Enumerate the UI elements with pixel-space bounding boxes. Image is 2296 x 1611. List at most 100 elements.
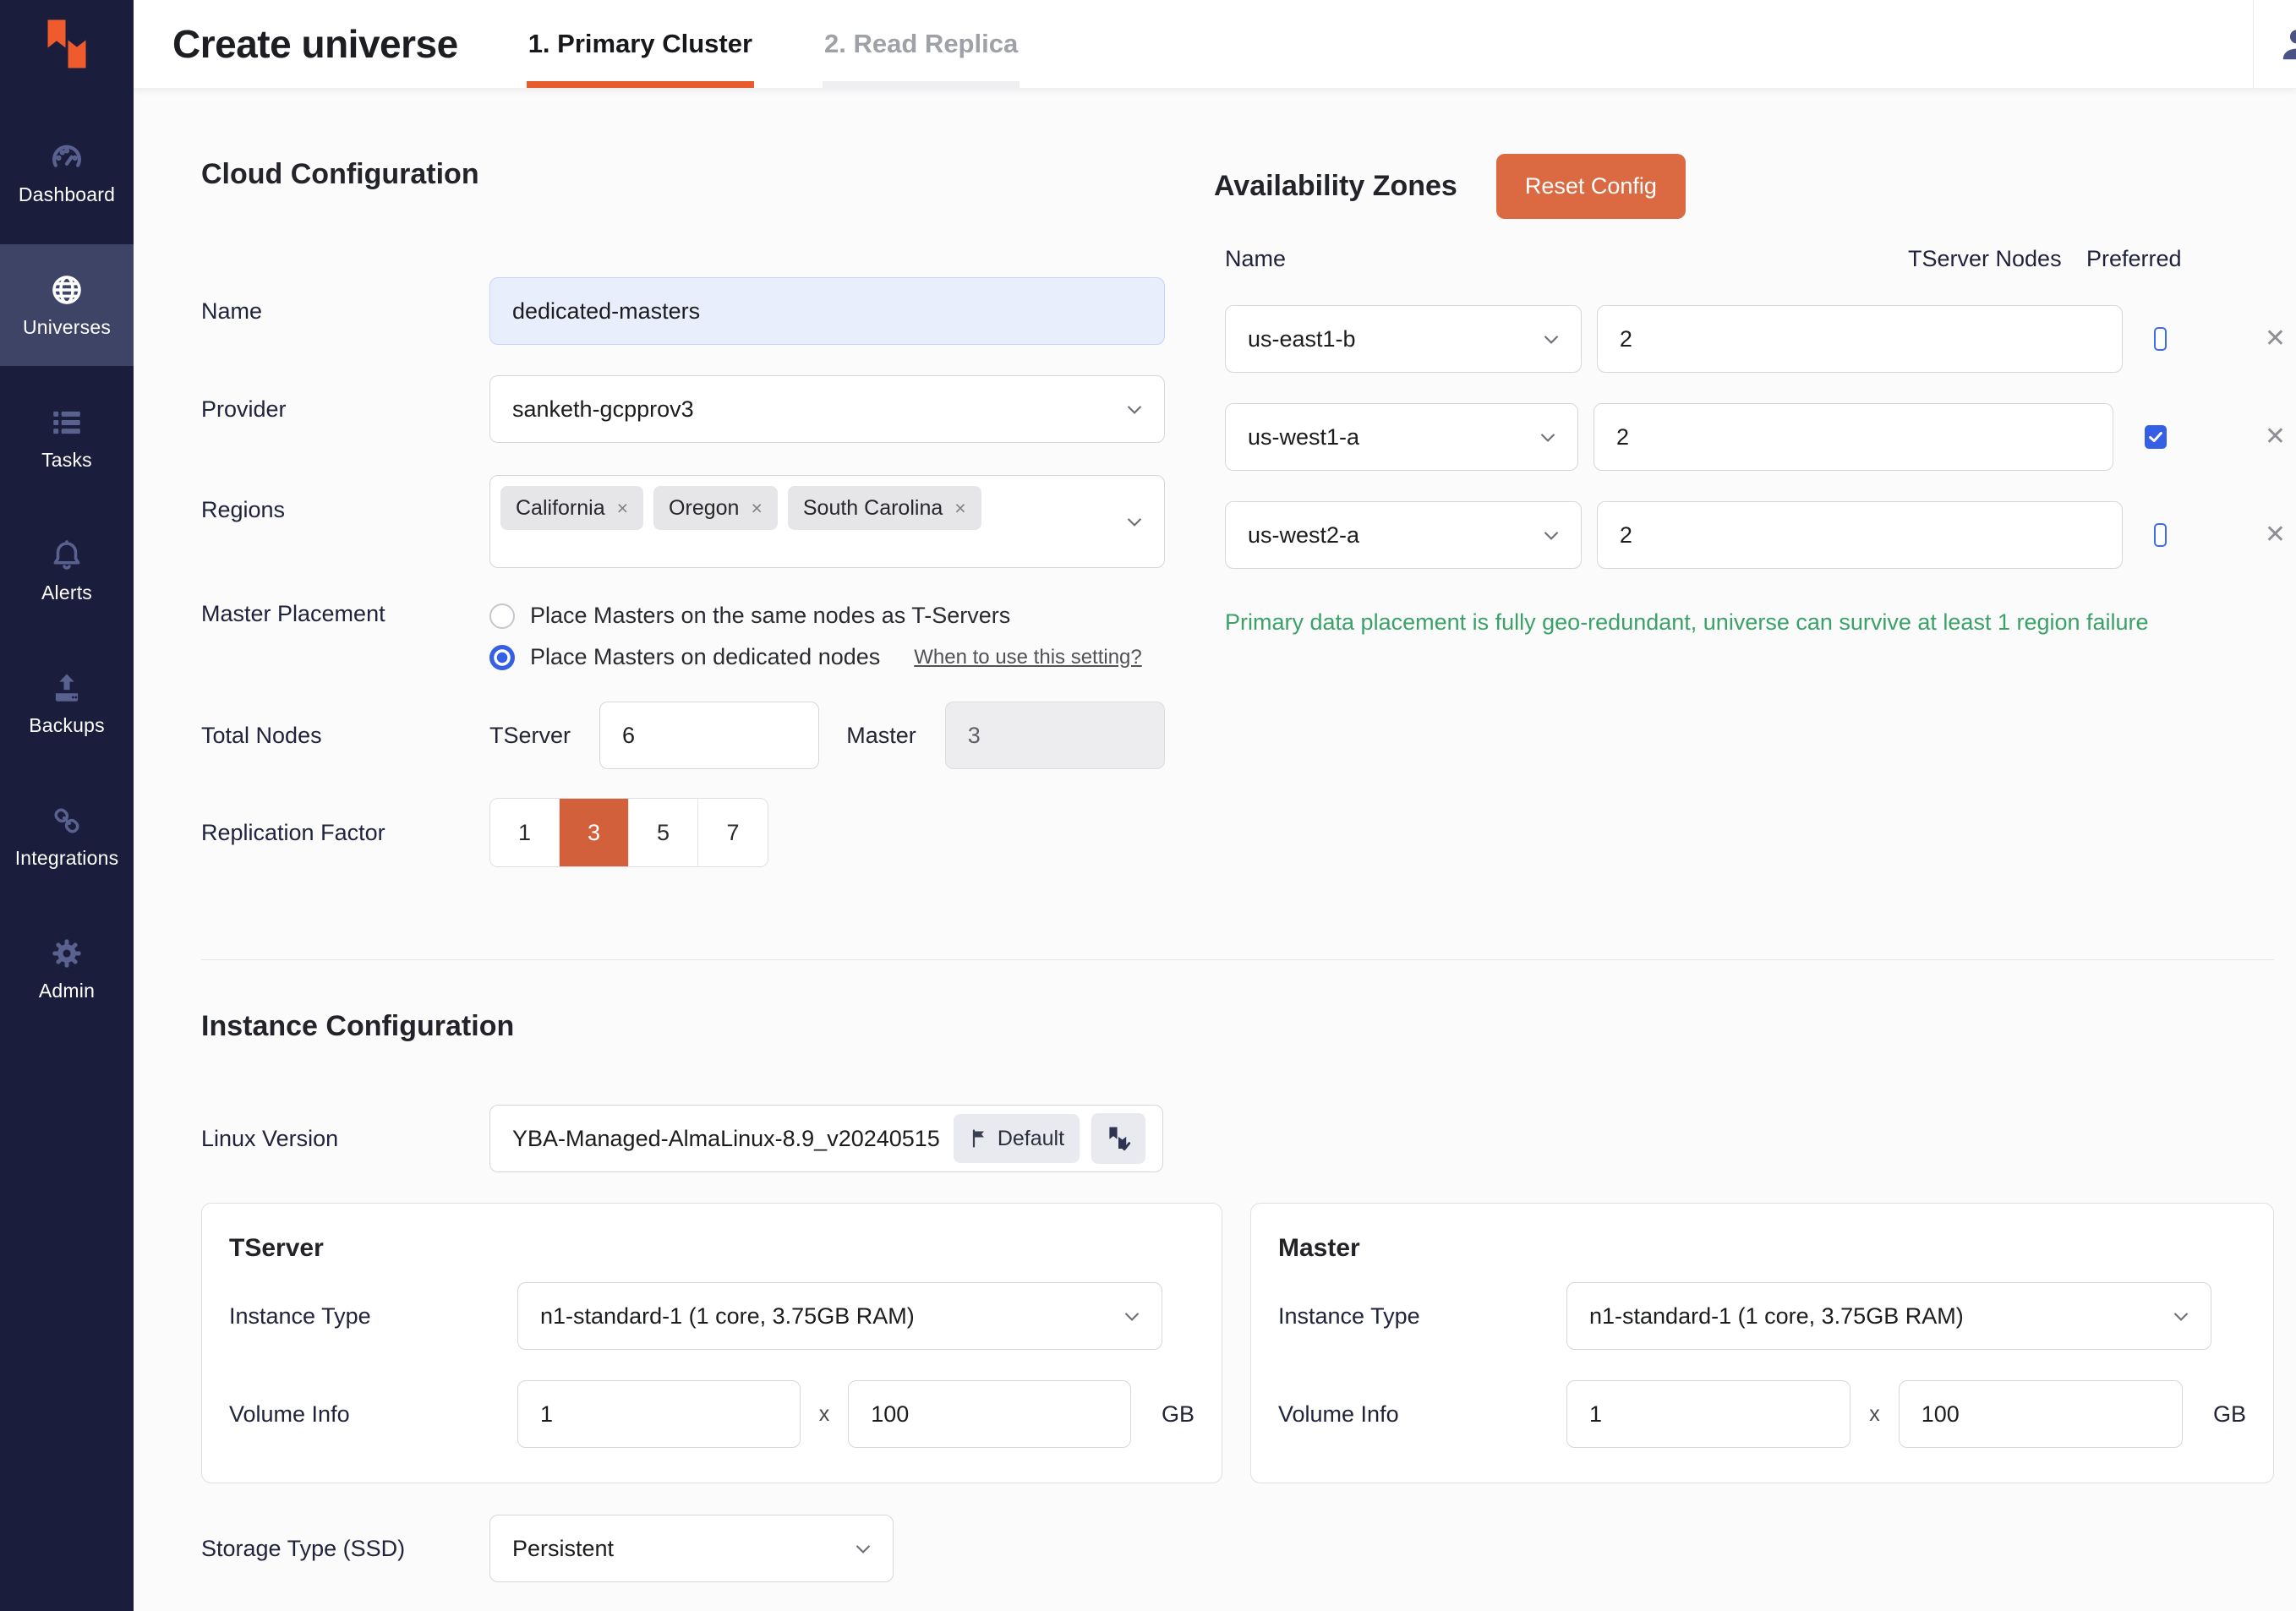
radio-unselected-icon[interactable] [489, 603, 515, 629]
chevron-down-icon [1539, 326, 1564, 352]
replication-factor-label: Replication Factor [201, 820, 489, 846]
chevron-down-icon [2168, 1303, 2194, 1329]
az-zone-select[interactable]: us-east1-b [1225, 305, 1582, 373]
bell-icon [49, 538, 85, 573]
master-instance-type-select[interactable]: n1-standard-1 (1 core, 3.75GB RAM) [1566, 1282, 2211, 1350]
rf-option-1[interactable]: 1 [490, 799, 560, 866]
upload-icon [49, 670, 85, 706]
volume-info-label: Volume Info [1278, 1401, 1566, 1428]
page-title: Create universe [172, 21, 458, 67]
az-column-headers: Name TServer Nodes Preferred [1214, 246, 2286, 275]
tserver-nodes-input[interactable] [599, 702, 819, 769]
page-header: Create universe 1. Primary Cluster 2. Re… [134, 0, 2296, 89]
rf-option-5[interactable]: 5 [629, 799, 698, 866]
cloud-configuration-section: Cloud Configuration Name Provider sanket… [201, 158, 1165, 867]
instance-configuration-heading: Instance Configuration [201, 1010, 2274, 1043]
name-row: Name [201, 277, 1165, 345]
remove-region-icon[interactable]: × [751, 499, 762, 518]
when-to-use-link[interactable]: When to use this setting? [914, 646, 1141, 669]
user-avatar-icon[interactable] [2277, 25, 2296, 63]
chevron-down-icon [1539, 522, 1564, 548]
placement-option-dedicated-nodes[interactable]: Place Masters on dedicated nodes When to… [489, 644, 1142, 670]
rf-option-3[interactable]: 3 [560, 799, 629, 866]
az-zone-select[interactable]: us-west1-a [1225, 403, 1578, 471]
volume-count-input[interactable] [517, 1380, 801, 1448]
preferred-checkbox-checked[interactable] [2145, 425, 2167, 449]
tserver-inline-label: TServer [489, 723, 571, 749]
main-area: Create universe 1. Primary Cluster 2. Re… [134, 0, 2296, 1611]
check-icon [2146, 428, 2165, 446]
linux-version-label: Linux Version [201, 1126, 489, 1152]
preferred-checkbox-unchecked[interactable] [2154, 327, 2167, 351]
remove-az-icon[interactable]: ✕ [2265, 326, 2286, 352]
tab-read-replica[interactable]: 2. Read Replica [823, 0, 1020, 88]
storage-type-value: Persistent [512, 1536, 614, 1562]
yb-image-button[interactable] [1091, 1113, 1145, 1164]
storage-type-select[interactable]: Persistent [489, 1515, 894, 1582]
sidebar-item-label: Integrations [15, 847, 119, 870]
tserver-panel-title: TServer [229, 1234, 1194, 1263]
sidebar-item-label: Tasks [41, 449, 92, 472]
sidebar-item-alerts[interactable]: Alerts [0, 510, 134, 631]
reset-config-button[interactable]: Reset Config [1496, 154, 1686, 219]
instance-type-value: n1-standard-1 (1 core, 3.75GB RAM) [540, 1303, 915, 1330]
provider-value: sanketh-gcpprov3 [512, 396, 694, 423]
az-tserver-nodes-input[interactable] [1597, 501, 2123, 569]
total-nodes-row: Total Nodes TServer Master [201, 702, 1165, 769]
sidebar-item-label: Alerts [41, 582, 92, 604]
remove-region-icon[interactable]: × [954, 499, 965, 518]
az-col-tserver-nodes: TServer Nodes [1908, 246, 2062, 272]
radio-selected-icon[interactable] [489, 645, 515, 670]
sidebar-item-admin[interactable]: Admin [0, 908, 134, 1029]
remove-az-icon[interactable]: ✕ [2265, 424, 2286, 450]
regions-multiselect[interactable]: California × Oregon × South Carolina × [489, 475, 1165, 568]
sidebar-item-label: Admin [39, 980, 95, 1002]
az-tserver-nodes-input[interactable] [1594, 403, 2113, 471]
availability-zones-section: Availability Zones Reset Config Name TSe… [1214, 154, 2286, 636]
yugabyte-logo-icon [36, 14, 97, 74]
provider-select[interactable]: sanketh-gcpprov3 [489, 375, 1165, 443]
az-tserver-nodes-input[interactable] [1597, 305, 2123, 373]
region-chip-label: Oregon [669, 496, 739, 521]
plug-icon [49, 803, 85, 838]
preferred-checkbox-unchecked[interactable] [2154, 523, 2167, 547]
sidebar-item-universes[interactable]: Universes [0, 244, 134, 366]
az-zone-select[interactable]: us-west2-a [1225, 501, 1582, 569]
volume-count-input[interactable] [1566, 1380, 1850, 1448]
rf-option-7[interactable]: 7 [698, 799, 768, 866]
total-nodes-label: Total Nodes [201, 723, 489, 749]
region-chip-label: California [516, 496, 605, 521]
yugabyte-logo[interactable] [0, 0, 134, 101]
task-list-icon [49, 405, 85, 440]
az-col-name: Name [1225, 246, 1286, 272]
geo-redundancy-message: Primary data placement is fully geo-redu… [1214, 609, 2286, 636]
sidebar-item-tasks[interactable]: Tasks [0, 377, 134, 499]
tserver-instance-type-select[interactable]: n1-standard-1 (1 core, 3.75GB RAM) [517, 1282, 1162, 1350]
instance-type-label: Instance Type [1278, 1303, 1566, 1330]
volume-size-input[interactable] [1899, 1380, 2183, 1448]
default-badge-label: Default [998, 1127, 1064, 1151]
linux-version-row: Linux Version YBA-Managed-AlmaLinux-8.9_… [201, 1105, 2274, 1172]
sidebar-nav: Dashboard Universes Tasks [0, 112, 134, 1040]
az-row: us-west2-a ✕ [1214, 501, 2286, 569]
sidebar-item-backups[interactable]: Backups [0, 642, 134, 764]
chevron-down-icon [1535, 424, 1561, 450]
az-zone-value: us-east1-b [1248, 326, 1356, 352]
remove-region-icon[interactable]: × [617, 499, 628, 518]
flag-icon [969, 1128, 989, 1149]
volume-unit-label: GB [2213, 1401, 2246, 1428]
sidebar-item-dashboard[interactable]: Dashboard [0, 112, 134, 233]
sidebar-item-integrations[interactable]: Integrations [0, 775, 134, 897]
linux-version-field[interactable]: YBA-Managed-AlmaLinux-8.9_v20240515 Defa… [489, 1105, 1163, 1172]
default-badge: Default [954, 1114, 1080, 1163]
universe-name-input[interactable] [489, 277, 1165, 345]
sidebar-item-label: Backups [29, 714, 105, 737]
volume-info-row: Volume Info x GB [229, 1380, 1194, 1448]
placement-option-same-nodes[interactable]: Place Masters on the same nodes as T-Ser… [489, 603, 1142, 629]
remove-az-icon[interactable]: ✕ [2265, 522, 2286, 548]
volume-size-input[interactable] [848, 1380, 1131, 1448]
tab-primary-cluster[interactable]: 1. Primary Cluster [527, 0, 754, 88]
chevron-down-icon [1119, 1303, 1145, 1329]
replication-factor-row: Replication Factor 1 3 5 7 [201, 798, 1165, 867]
create-universe-screen: Dashboard Universes Tasks [0, 0, 2296, 1611]
